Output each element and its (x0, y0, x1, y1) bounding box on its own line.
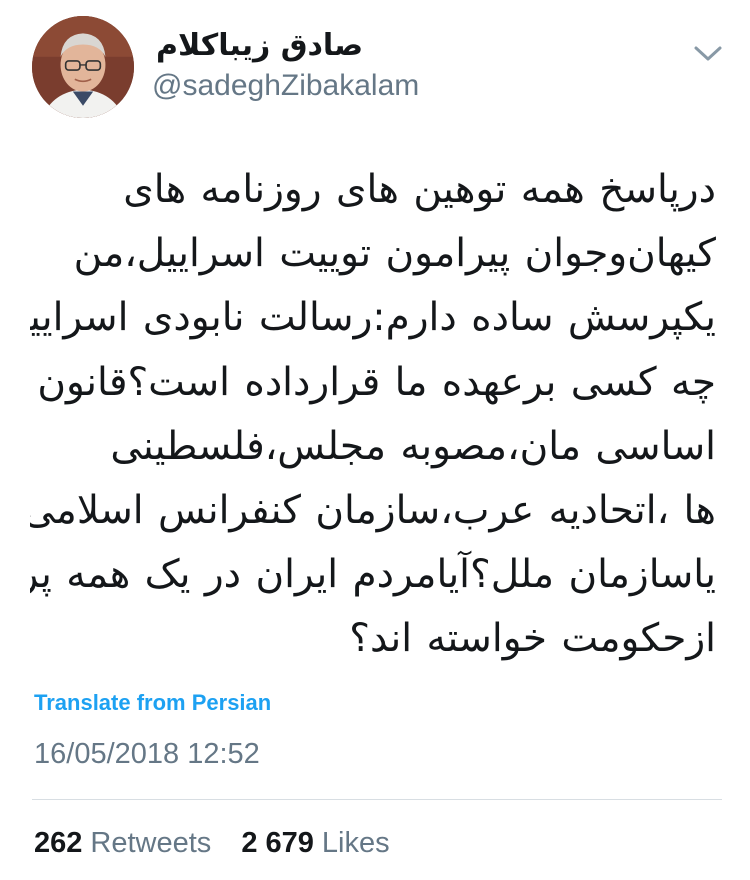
chevron-down-icon[interactable] (690, 38, 726, 68)
display-name[interactable]: صادق زیباکلام (156, 24, 476, 68)
avatar-photo (32, 16, 134, 118)
tweet-line: کیهان‌وجوان پیرامون توییت اسراییل،من (73, 231, 716, 277)
tweet-line: یکپرسش ساده دارم:رسالت نابودی اسراییل را (30, 295, 716, 341)
tweet-line: اساسی مان،مصوبه مجلس،فلسطینی (110, 423, 716, 469)
timestamp: 16/05/2018 12:52 (34, 738, 260, 770)
engagement-stats: 262 Retweets 2 679 Likes (34, 822, 412, 864)
avatar[interactable] (32, 16, 134, 118)
user-handle[interactable]: @sadeghZibakalam (152, 66, 419, 106)
retweets-label: Retweets (90, 827, 212, 859)
likes-stat[interactable]: 2 679 Likes (241, 822, 389, 864)
tweet-line: ازحکومت خواسته اند؟ (349, 616, 716, 662)
translate-link[interactable]: Translate from Persian (34, 686, 271, 720)
tweet-text: درپاسخ همه توهین های روزنامه های کیهان‌و… (30, 158, 716, 672)
tweet-line: درپاسخ همه توهین های روزنامه های (123, 167, 716, 212)
tweet-line: ها ،اتحادیه عرب،سازمان کنفرانس اسلامی (30, 487, 716, 533)
divider (32, 799, 722, 800)
likes-label: Likes (321, 827, 390, 859)
likes-count: 2 679 (241, 827, 314, 859)
tweet-line: یاسازمان ملل؟آیامردم ایران در یک همه پرس… (30, 552, 716, 598)
tweet-line: چه کسی برعهده ما قرارداده است؟قانون (37, 359, 716, 405)
retweets-count: 262 (34, 827, 83, 859)
retweets-stat[interactable]: 262 Retweets (34, 822, 211, 864)
